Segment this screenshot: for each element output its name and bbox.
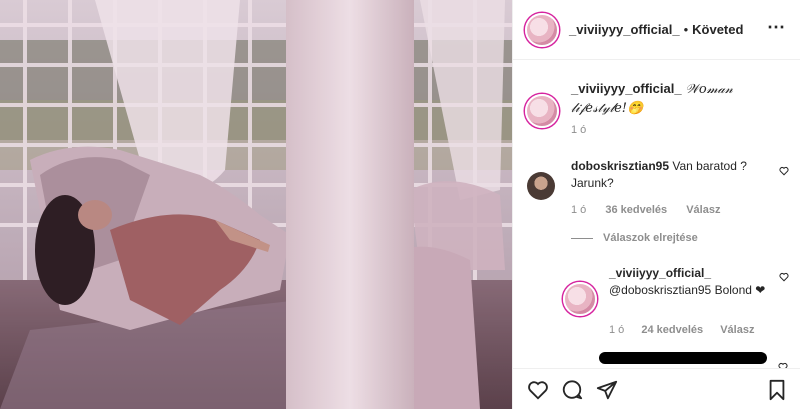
heart-icon[interactable]: [779, 272, 789, 282]
reply-username[interactable]: _viviiyyy_official_: [609, 265, 777, 282]
caption-time: 1 ó: [571, 124, 587, 136]
hide-replies-button[interactable]: Válaszok elrejtése: [571, 232, 698, 244]
avatar[interactable]: [525, 12, 559, 47]
avatar[interactable]: [525, 94, 559, 128]
reply-likes[interactable]: 24 kedvelés: [641, 324, 703, 336]
comment-likes[interactable]: 36 kedvelés: [605, 204, 667, 216]
avatar[interactable]: [563, 282, 597, 316]
comment-time: 1 ó: [571, 204, 587, 216]
reply-text: @doboskrisztian95 Bolond ❤: [609, 283, 766, 297]
reply-button[interactable]: Válasz: [720, 324, 754, 336]
photo-scene: [0, 0, 512, 409]
hide-replies-label: Válaszok elrejtése: [603, 232, 698, 244]
divider-line: [571, 237, 593, 239]
comment-username[interactable]: doboskrisztian95: [571, 159, 669, 173]
comments-panel: _viviiyyy_official_ • Követed ⋯ _viviiyy…: [512, 0, 800, 409]
follow-status[interactable]: Követed: [692, 22, 743, 37]
more-icon[interactable]: ⋯: [767, 17, 786, 38]
post-header: _viviiyyy_official_ • Követed ⋯: [513, 0, 800, 60]
caption-username[interactable]: _viviiyyy_official_: [571, 81, 682, 96]
share-icon[interactable]: [596, 379, 618, 401]
heart-icon[interactable]: [779, 166, 789, 176]
heart-icon[interactable]: [527, 379, 549, 401]
post-photo[interactable]: [0, 0, 512, 409]
redaction-bar: [599, 352, 767, 364]
separator-dot: •: [683, 22, 689, 37]
action-bar: [513, 368, 800, 409]
reply-time: 1 ó: [609, 324, 625, 336]
bookmark-icon[interactable]: [767, 379, 787, 401]
avatar[interactable]: [527, 172, 555, 200]
reply-button[interactable]: Válasz: [686, 204, 720, 216]
header-username[interactable]: _viviiyyy_official_: [569, 22, 680, 37]
comment-icon[interactable]: [561, 379, 583, 401]
